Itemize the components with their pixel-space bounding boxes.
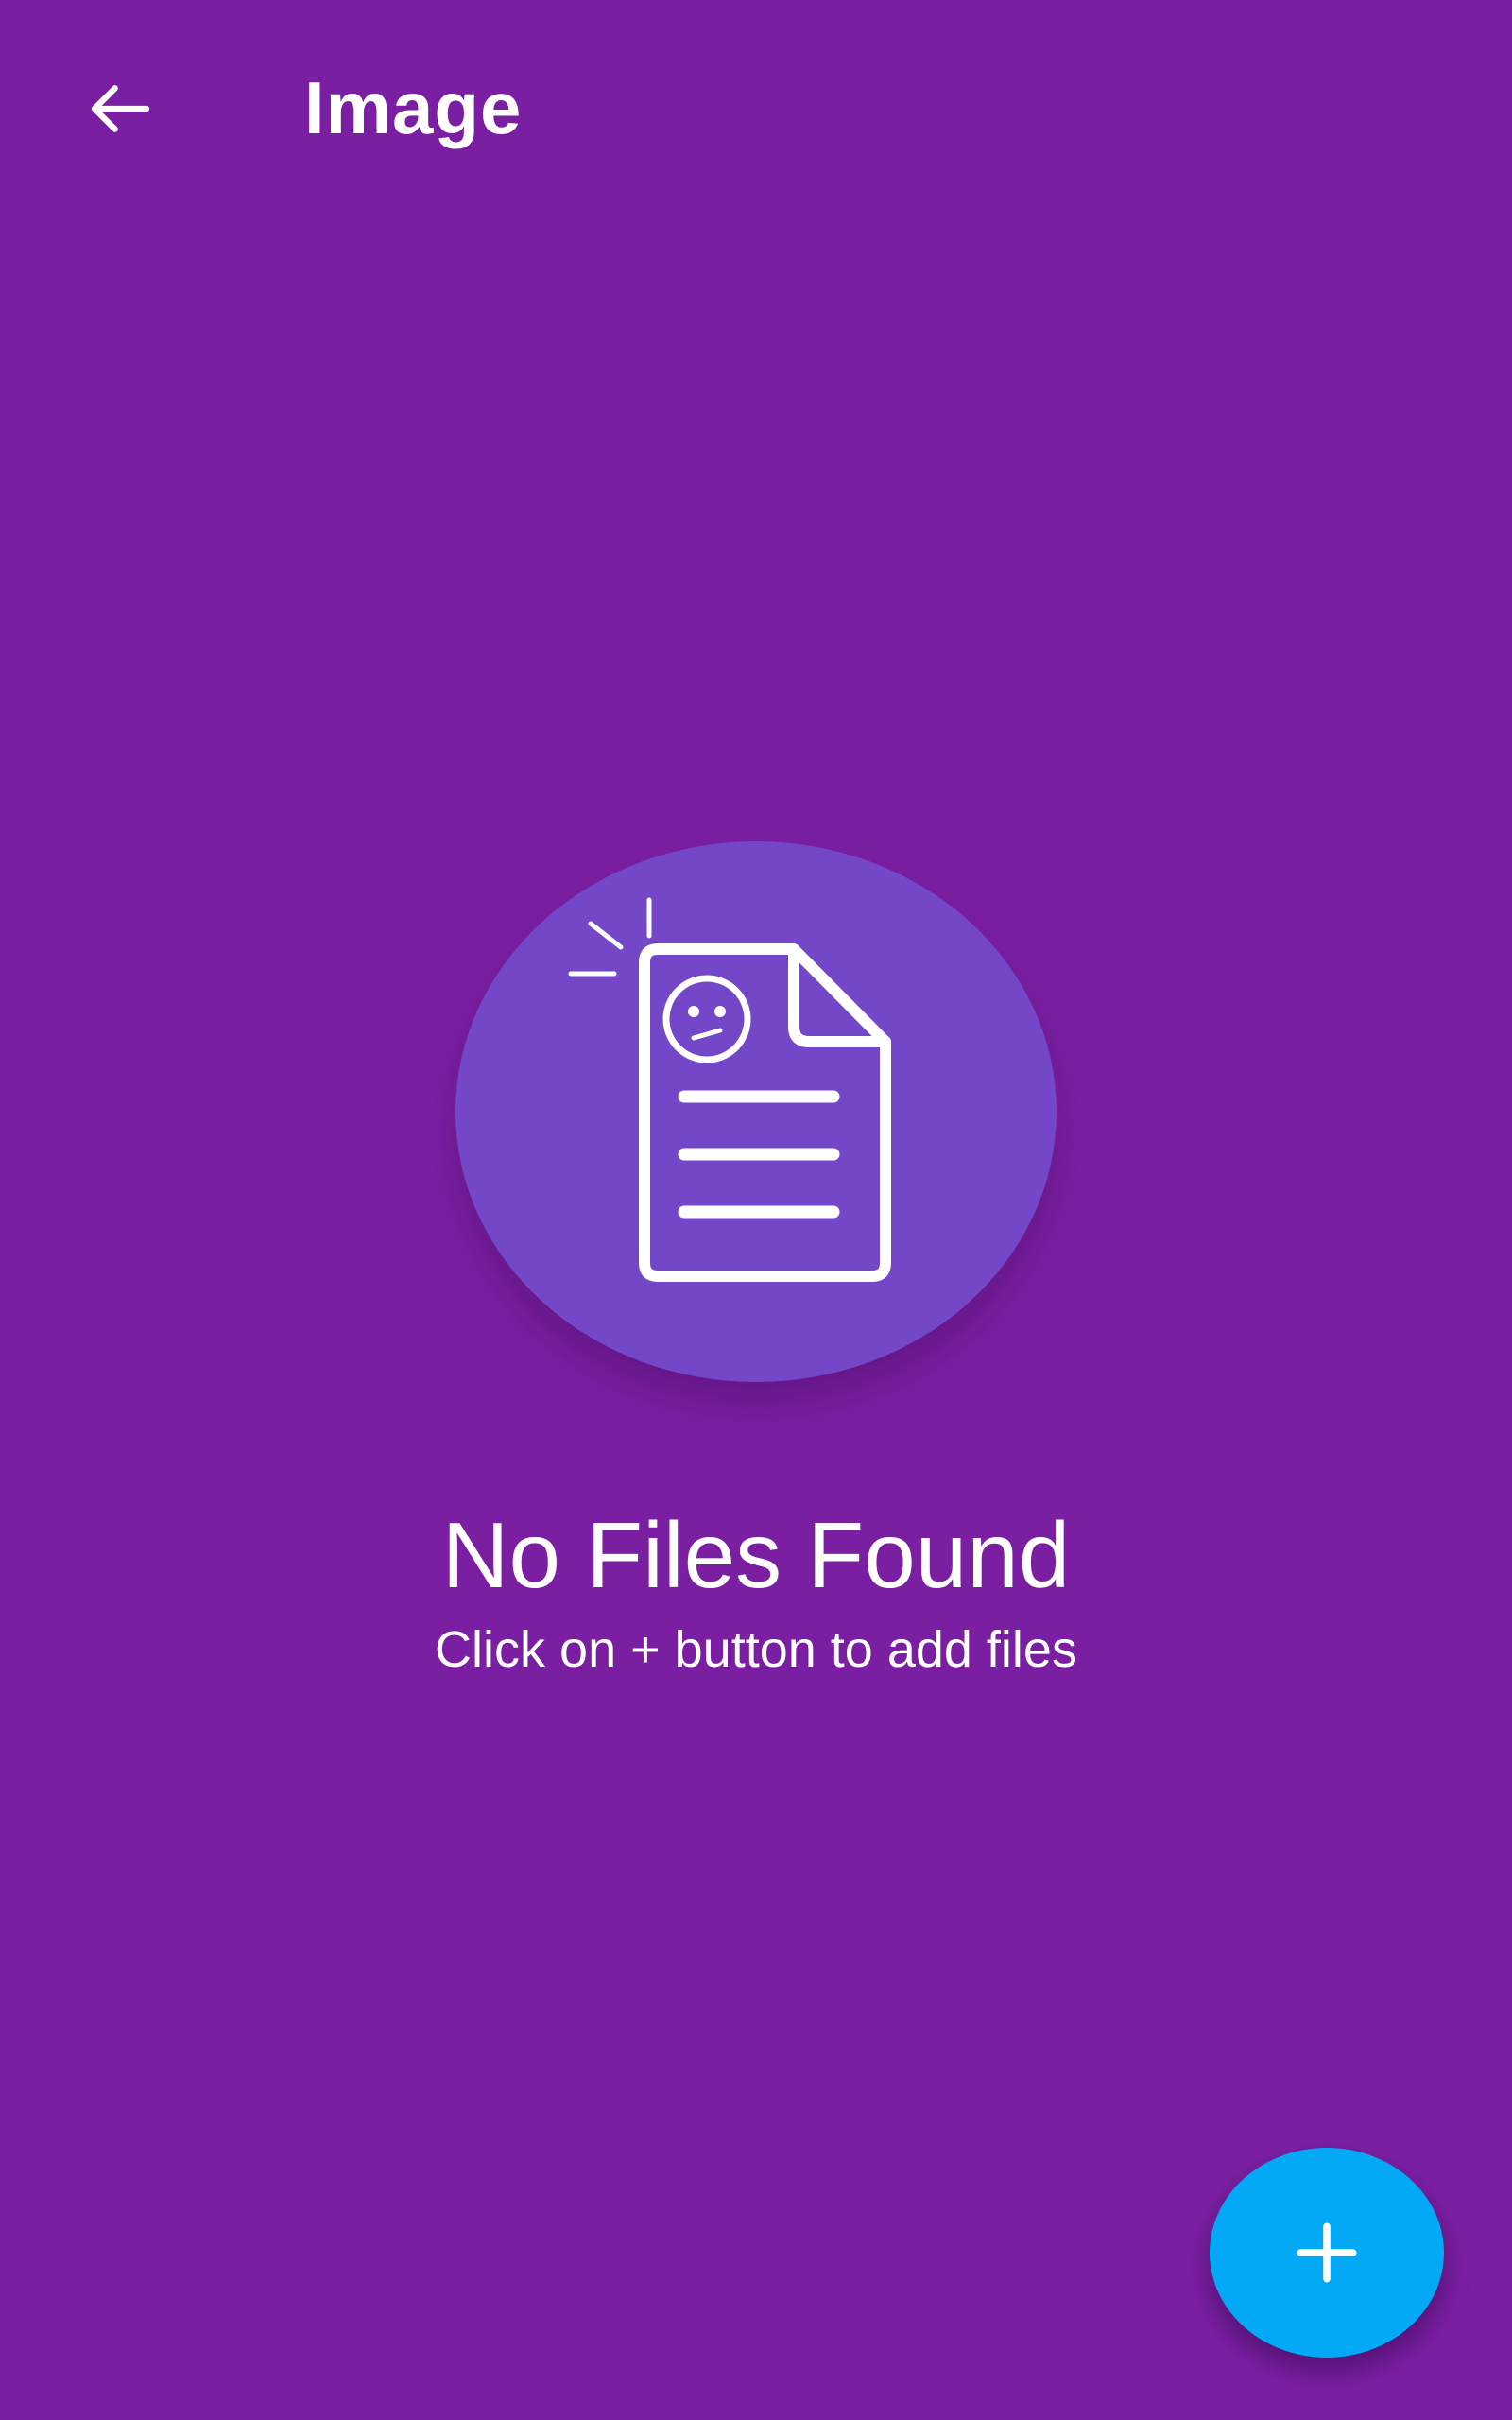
add-file-button[interactable] [1210, 2148, 1444, 2358]
sad-document-icon [568, 897, 891, 1282]
plus-icon [1297, 2222, 1357, 2283]
empty-state-illustration [455, 841, 1057, 1382]
empty-state-title: No Files Found [441, 1503, 1071, 1607]
empty-state-subtitle: Click on + button to add files [435, 1621, 1077, 1678]
screen: Image No Files Found Click on + button t… [0, 0, 1512, 2420]
arrow-back-icon [91, 85, 150, 132]
page-title: Image [304, 66, 523, 149]
app-bar: Image [0, 0, 1512, 217]
back-button[interactable] [66, 57, 170, 161]
